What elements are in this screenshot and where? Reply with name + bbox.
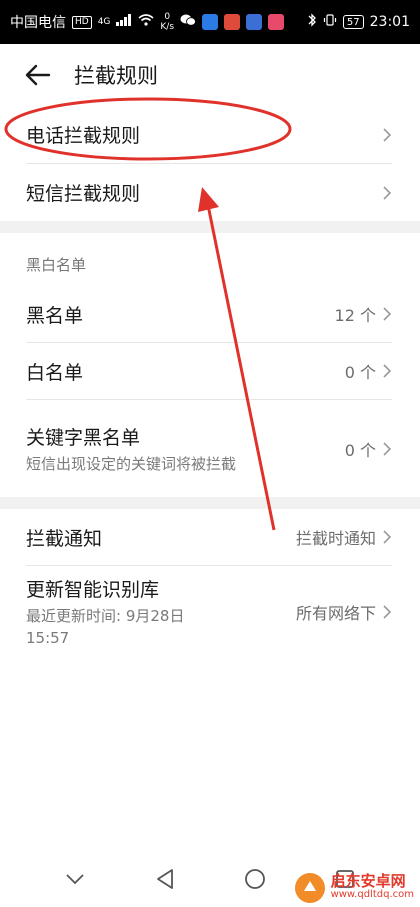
app-icon-red — [224, 14, 241, 30]
arrow-left-icon[interactable] — [24, 61, 52, 89]
whitelist-label: 白名单 — [26, 361, 84, 384]
bluetooth-icon — [307, 13, 317, 31]
update-library-row[interactable]: 更新智能识别库 最近更新时间: 9月28日 15:57 所有网络下 — [0, 566, 420, 658]
watermark-url: www.qdltdq.com — [330, 889, 414, 900]
blacklist-count: 12 个 — [335, 302, 392, 326]
chevron-right-icon — [383, 364, 392, 378]
section-separator — [0, 221, 420, 233]
intercept-notify-value-text: 拦截时通知 — [295, 529, 376, 548]
blacklist-row[interactable]: 黑名单 12 个 — [0, 286, 420, 342]
battery-level: 57 — [346, 16, 360, 28]
wechat-icon — [180, 13, 196, 31]
intercept-notify-label: 拦截通知 — [26, 527, 103, 550]
update-library-label: 更新智能识别库 — [26, 579, 160, 601]
vibrate-icon — [323, 13, 337, 31]
chevron-right-icon — [383, 441, 392, 456]
translate-app-icon — [246, 14, 263, 30]
network-type: 4G — [97, 17, 111, 27]
blackwhite-section-label: 黑白名单 — [26, 256, 87, 274]
keyword-count-text: 0 个 — [344, 440, 376, 460]
watermark-logo-icon — [294, 873, 325, 903]
signal-icon — [116, 14, 132, 30]
update-library-value-text: 所有网络下 — [295, 604, 376, 623]
whitelist-row[interactable]: 白名单 0 个 — [0, 343, 420, 399]
whitelist-count: 0 个 — [345, 359, 392, 383]
chevron-down-icon[interactable] — [58, 862, 92, 896]
intercept-notify-row[interactable]: 拦截通知 拦截时通知 — [0, 509, 420, 565]
speed-unit: K/s — [160, 22, 175, 32]
call-rules-label: 电话拦截规则 — [26, 125, 141, 147]
intercept-notify-value: 拦截时通知 — [296, 525, 392, 549]
net-speed: 0 K/s — [160, 12, 174, 32]
app-icon-pink — [268, 14, 285, 30]
sms-rules-value — [382, 185, 392, 201]
call-rules-row[interactable]: 电话拦截规则 — [0, 106, 420, 163]
whitelist-count-text: 0 个 — [344, 363, 376, 382]
update-library-text-block: 更新智能识别库 最近更新时间: 9月28日 15:57 — [26, 575, 226, 649]
status-right: 57 23:01 — [307, 13, 410, 31]
keyword-blacklist-label: 关键字黑名单 — [26, 426, 141, 449]
chevron-right-icon — [383, 307, 392, 321]
chevron-right-icon — [383, 530, 392, 544]
keyword-blacklist-row[interactable]: 关键字黑名单 短信出现设定的关键词将被拦截 0 个 — [0, 400, 420, 497]
chevron-right-icon — [383, 127, 392, 142]
home-circle-icon[interactable] — [238, 862, 272, 896]
chevron-right-icon — [383, 605, 392, 619]
sms-rules-label: 短信拦截规则 — [26, 183, 141, 205]
hd-badge: HD — [72, 15, 92, 29]
app-header: 拦截规则 — [0, 44, 420, 106]
watermark-name: 启东安卓网 — [330, 872, 406, 890]
blacklist-count-text: 12 个 — [334, 306, 376, 325]
wifi-icon — [138, 14, 154, 30]
sms-rules-row[interactable]: 短信拦截规则 — [0, 164, 420, 221]
back-triangle-icon[interactable] — [148, 862, 182, 896]
update-library-desc: 最近更新时间: 9月28日 15:57 — [26, 607, 185, 647]
carrier-label: 中国电信 — [10, 15, 66, 31]
clock: 23:01 — [369, 14, 410, 30]
watermark: 启东安卓网 www.qdltdq.com — [294, 873, 414, 903]
keyword-text-block: 关键字黑名单 短信出现设定的关键词将被拦截 — [26, 423, 262, 475]
status-left: 中国电信 HD 4G 0 K/s — [10, 12, 285, 32]
page-title: 拦截规则 — [74, 64, 158, 88]
chevron-right-icon — [383, 185, 392, 200]
call-rules-value — [382, 127, 392, 143]
speed-value: 0 — [164, 12, 171, 22]
update-library-value: 所有网络下 — [296, 600, 392, 624]
blacklist-label: 黑名单 — [26, 304, 84, 327]
status-bar: 中国电信 HD 4G 0 K/s 57 23:01 — [0, 0, 420, 44]
section-separator — [0, 497, 420, 509]
keyword-count: 0 个 — [345, 437, 392, 461]
app-icon-blue — [202, 14, 219, 30]
watermark-text: 启东安卓网 www.qdltdq.com — [331, 874, 414, 902]
keyword-blacklist-desc: 短信出现设定的关键词将被拦截 — [26, 454, 237, 473]
battery-indicator: 57 — [342, 15, 364, 29]
